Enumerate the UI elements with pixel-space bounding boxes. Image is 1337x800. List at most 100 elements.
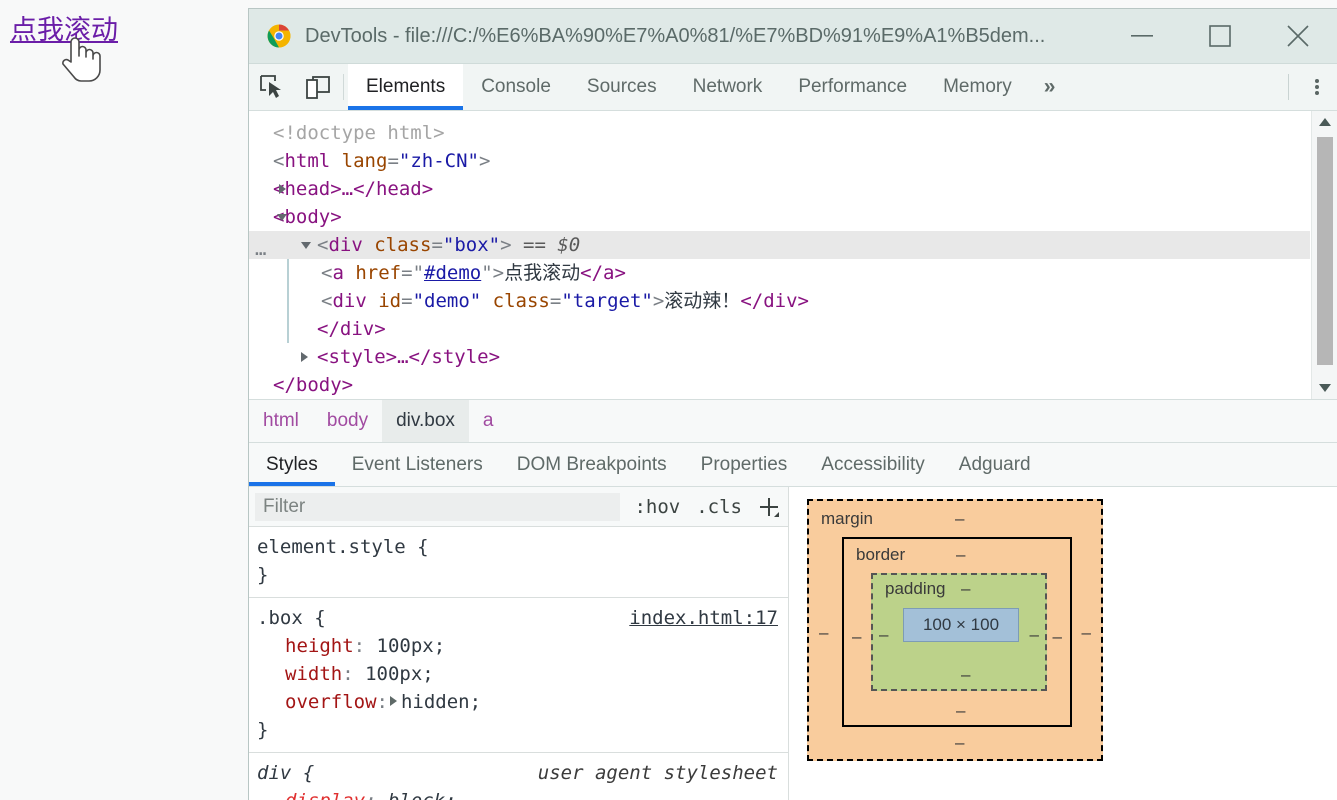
minimize-button[interactable] xyxy=(1103,9,1181,63)
body-close-tag: </body> xyxy=(273,374,354,396)
border-right-value[interactable]: – xyxy=(1053,627,1062,647)
anchor-href-link[interactable]: #demo xyxy=(424,262,481,284)
margin-left-value[interactable]: – xyxy=(819,623,828,643)
dom-line-doctype[interactable]: <!doctype html> xyxy=(249,119,1310,147)
html-attr-value: "zh-CN" xyxy=(398,150,479,172)
padding-bottom-value[interactable]: – xyxy=(961,665,970,685)
maximize-button[interactable] xyxy=(1181,9,1259,63)
tab-properties[interactable]: Properties xyxy=(684,443,805,486)
tab-dom-breakpoints[interactable]: DOM Breakpoints xyxy=(500,443,684,486)
tab-performance[interactable]: Performance xyxy=(780,64,925,110)
margin-top-value[interactable]: – xyxy=(955,509,964,529)
kebab-menu-icon[interactable] xyxy=(1297,77,1337,97)
tab-elements[interactable]: Elements xyxy=(348,64,464,110)
dom-tree[interactable]: <!doctype html> <html lang="zh-CN"> <hea… xyxy=(249,111,1310,399)
padding-label: padding xyxy=(885,579,946,598)
box-model-padding[interactable]: padding – – – – 100 × 100 xyxy=(871,573,1047,691)
dom-tree-scrollbar[interactable] xyxy=(1311,111,1337,399)
styles-filter-row: :hov .cls xyxy=(249,487,788,527)
box-model-content-size[interactable]: 100 × 100 xyxy=(903,608,1019,642)
rule-selector[interactable]: element.style { xyxy=(257,533,778,561)
device-toolbar-icon[interactable] xyxy=(295,64,341,110)
breadcrumb-item-html[interactable]: html xyxy=(249,400,313,442)
declaration-width[interactable]: width: 100px; xyxy=(257,660,778,688)
dom-line-selected-div[interactable]: … <div class="box"> == $0 xyxy=(249,231,1310,260)
breadcrumb-item-div-box[interactable]: div.box xyxy=(382,400,469,442)
doctype-text: <!doctype html> xyxy=(273,122,445,144)
toolbar-separator xyxy=(343,74,344,100)
border-top-value[interactable]: – xyxy=(956,545,965,565)
collapse-div-triangle-icon[interactable] xyxy=(301,242,311,249)
new-style-rule-button[interactable] xyxy=(750,495,788,519)
dom-line-body[interactable]: <body> xyxy=(249,203,1310,231)
rule-source-ua: user agent stylesheet xyxy=(537,762,778,784)
property-name[interactable]: display xyxy=(257,787,365,800)
css-rule-element-style[interactable]: element.style { } xyxy=(249,527,788,598)
declaration-height[interactable]: height: 100px; xyxy=(257,632,778,660)
head-collapsed-text: <head>…</head> xyxy=(273,178,434,200)
dom-line-anchor[interactable]: <a href="#demo">点我滚动</a> xyxy=(249,259,1310,287)
tab-styles[interactable]: Styles xyxy=(249,443,335,486)
tab-accessibility[interactable]: Accessibility xyxy=(804,443,941,486)
screen: 点我滚动 DevTools - file:///C:/%E6%BA%90%E7%… xyxy=(0,0,1337,800)
hand-pointer-cursor xyxy=(62,37,101,82)
styles-pane: :hov .cls element.style { } xyxy=(249,487,1337,800)
tab-network[interactable]: Network xyxy=(675,64,781,110)
box-model-border[interactable]: border – – – – padding – – – – 100 × 100 xyxy=(842,537,1072,727)
scroll-down-arrow-icon[interactable] xyxy=(1312,377,1337,399)
dom-line-html[interactable]: <html lang="zh-CN"> xyxy=(249,147,1310,175)
anchor-tag-name: a xyxy=(332,262,344,284)
target-close-tag: </div> xyxy=(740,290,809,312)
scroll-up-arrow-icon[interactable] xyxy=(1312,111,1337,133)
dom-line-body-close[interactable]: </body> xyxy=(249,371,1310,399)
property-value[interactable]: block; xyxy=(388,790,457,800)
margin-bottom-value[interactable]: – xyxy=(955,733,964,753)
dom-line-head[interactable]: <head>…</head> xyxy=(249,175,1310,203)
css-rule-div-ua[interactable]: user agent stylesheet div { display: blo… xyxy=(249,753,788,800)
breadcrumb-item-a[interactable]: a xyxy=(469,400,508,442)
expand-head-triangle-icon[interactable] xyxy=(279,184,286,194)
property-value[interactable]: hidden; xyxy=(401,691,481,713)
css-rule-box[interactable]: index.html:17 .box { height: 100px; widt… xyxy=(249,598,788,753)
breadcrumb-item-body[interactable]: body xyxy=(313,400,382,442)
tab-adguard[interactable]: Adguard xyxy=(942,443,1048,486)
property-name[interactable]: height xyxy=(257,632,354,660)
property-value[interactable]: 100px; xyxy=(377,635,446,657)
padding-top-value[interactable]: – xyxy=(961,579,970,599)
panel-tabs: Elements Console Sources Network Perform… xyxy=(348,64,1280,110)
more-tabs-chevron-icon[interactable]: » xyxy=(1030,64,1070,110)
tab-memory[interactable]: Memory xyxy=(925,64,1030,110)
cls-toggle-button[interactable]: .cls xyxy=(688,496,750,518)
hov-toggle-button[interactable]: :hov xyxy=(626,496,688,518)
window-title: DevTools - file:///C:/%E6%BA%90%E7%A0%81… xyxy=(305,24,1046,47)
padding-right-value[interactable]: – xyxy=(1030,625,1039,645)
selected-node-marker: == $0 xyxy=(523,234,581,256)
dom-line-style[interactable]: <style>…</style> xyxy=(249,343,1310,371)
div-close-tag: </div> xyxy=(317,318,386,340)
padding-left-value[interactable]: – xyxy=(879,625,888,645)
tab-console[interactable]: Console xyxy=(463,64,569,110)
tab-sources[interactable]: Sources xyxy=(569,64,675,110)
declaration-overflow[interactable]: overflow: hidden; xyxy=(257,688,778,716)
dom-line-div-close[interactable]: </div> xyxy=(249,315,1310,343)
collapse-body-triangle-icon[interactable] xyxy=(277,214,287,221)
box-model-margin[interactable]: margin – – – – border – – – – padding – … xyxy=(807,499,1103,761)
tab-event-listeners[interactable]: Event Listeners xyxy=(335,443,500,486)
filter-input[interactable] xyxy=(255,492,621,521)
scrollbar-thumb[interactable] xyxy=(1317,137,1333,365)
margin-right-value[interactable]: – xyxy=(1082,623,1091,643)
anchor-attr-name: href xyxy=(355,262,402,284)
dom-line-target-div[interactable]: <div id="demo" class="target">滚动辣！</div> xyxy=(249,287,1310,315)
expand-style-triangle-icon[interactable] xyxy=(301,352,308,362)
property-name[interactable]: overflow xyxy=(257,688,377,716)
border-left-value[interactable]: – xyxy=(852,627,861,647)
property-value[interactable]: 100px; xyxy=(365,663,434,685)
rule-source-link[interactable]: index.html:17 xyxy=(629,604,778,632)
close-button[interactable] xyxy=(1259,9,1337,63)
declaration-display[interactable]: display: block; xyxy=(257,787,778,800)
expand-shorthand-triangle-icon[interactable] xyxy=(389,696,397,706)
inspect-element-icon[interactable] xyxy=(249,64,295,110)
anchor-close-tag: </a> xyxy=(580,262,626,284)
border-bottom-value[interactable]: – xyxy=(956,701,965,721)
property-name[interactable]: width xyxy=(257,660,342,688)
